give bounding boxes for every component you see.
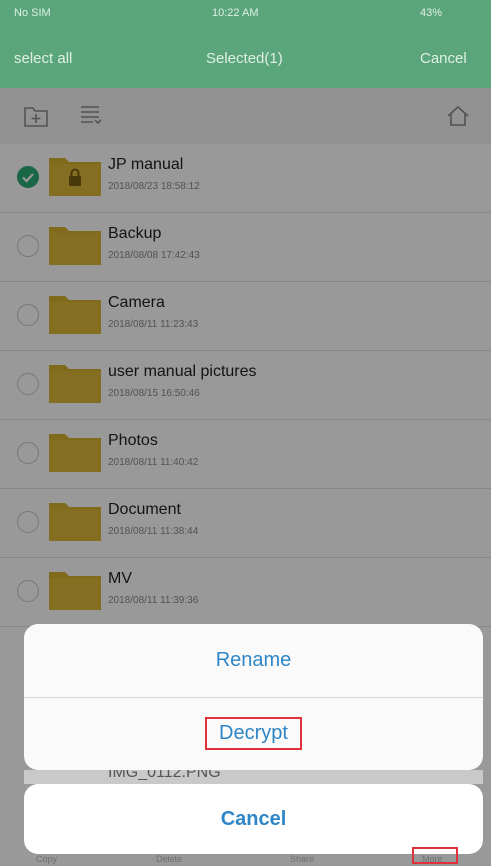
select-all-button[interactable]: select all [14,50,72,67]
decrypt-label: Decrypt [205,717,302,750]
tab-share[interactable]: Share [290,854,314,864]
status-bar: No SIM 10:22 AM 43% [0,0,491,28]
more-highlight-frame [412,847,458,864]
partially-hidden-row: IMG_0112.PNG [24,770,483,784]
time-label: 10:22 AM [212,7,259,19]
nav-bar: select all Selected(1) Cancel [0,28,491,88]
rename-label: Rename [215,649,292,671]
tab-copy[interactable]: Copy [36,854,57,864]
battery-label: 43% [420,7,443,19]
tab-delete[interactable]: Delete [156,854,182,864]
action-sheet: Rename Decrypt [24,624,483,770]
hidden-item-label: IMG_0112.PNG [108,770,221,781]
cancel-nav-button[interactable]: Cancel [420,50,467,67]
decrypt-button[interactable]: Decrypt [24,697,483,770]
rename-button[interactable]: Rename [24,624,483,698]
cancel-button[interactable]: Cancel [24,784,483,854]
page-title: Selected(1) [206,50,283,67]
carrier-label: No SIM [14,7,51,19]
cancel-label: Cancel [220,807,287,830]
